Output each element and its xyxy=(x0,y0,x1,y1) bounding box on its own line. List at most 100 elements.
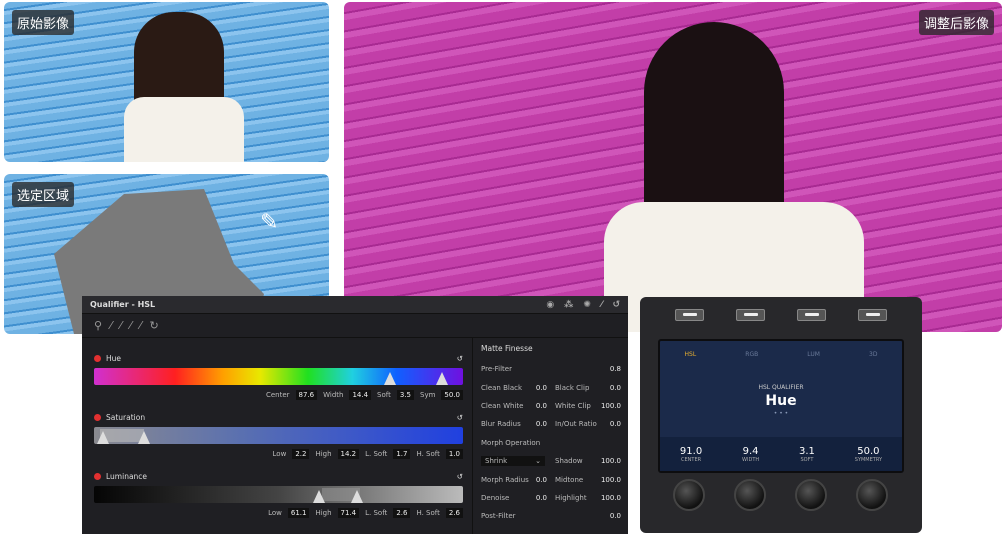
device-subtitle: HSL QUALIFIER xyxy=(758,384,804,391)
sat-high-label: High xyxy=(315,450,332,458)
saturation-section: Saturation ↺ Low 2.2 High 14.2 L. Soft 1.7 H… xyxy=(94,411,463,460)
hue-title: Hue xyxy=(106,353,122,363)
sat-low-field[interactable]: 2.2 xyxy=(292,449,310,459)
hue-center-field[interactable]: 87.6 xyxy=(295,390,318,400)
device-page-dots: • • • xyxy=(773,410,789,417)
readout-center-value: 91.0 xyxy=(679,445,703,457)
picker-tool-icon[interactable]: ⚲ xyxy=(94,319,102,332)
blur-radius-label: Blur Radius xyxy=(481,420,521,429)
device-key-4[interactable] xyxy=(858,309,887,321)
postfilter-label: Post-Filter xyxy=(481,512,516,521)
device-tab-rgb[interactable]: RGB xyxy=(745,351,758,358)
qualifier-mode-icon[interactable]: ◉ xyxy=(546,300,554,310)
lum-hsoft-field[interactable]: 2.6 xyxy=(445,508,463,518)
saturation-handle-high[interactable] xyxy=(138,431,150,444)
device-tab-lum[interactable]: LUM xyxy=(807,351,820,358)
device-readouts: 91.0 CENTER 9.4 WIDTH 3.1 SOFT 50.0 SYMMETRY xyxy=(660,437,902,471)
device-knob-3[interactable] xyxy=(795,479,827,511)
readout-soft: 3.1 SOFT xyxy=(799,446,815,463)
luminance-handle-high[interactable] xyxy=(351,490,363,503)
morph-operation-label: Morph Operation xyxy=(481,438,541,447)
sat-hsoft-field[interactable]: 1.0 xyxy=(445,449,463,459)
saturation-title: Saturation xyxy=(106,412,146,422)
control-panel-device: HSL RGB LUM 3D HSL QUALIFIER Hue • • • 9… xyxy=(640,297,922,533)
luminance-reset-icon[interactable]: ↺ xyxy=(457,472,463,481)
blur-radius-field[interactable]: 0.0 xyxy=(536,420,547,428)
readout-symmetry-value: 50.0 xyxy=(857,445,880,457)
hue-sym-label: Sym xyxy=(420,391,436,399)
denoise-field[interactable]: 0.0 xyxy=(536,494,547,502)
prefilter-field[interactable]: 0.8 xyxy=(610,365,621,373)
sat-lsoft-label: L. Soft xyxy=(365,450,388,458)
hue-handle-left[interactable] xyxy=(384,372,396,385)
feather-minus-icon[interactable]: ⁄ xyxy=(130,319,132,332)
morph-radius-field[interactable]: 0.0 xyxy=(536,476,547,484)
saturation-slider[interactable] xyxy=(94,427,463,444)
black-clip-field[interactable]: 0.0 xyxy=(610,384,621,392)
device-knob-2[interactable] xyxy=(734,479,766,511)
lum-low-label: Low xyxy=(268,509,282,517)
target-icon[interactable]: ✺ xyxy=(583,300,591,310)
sat-high-field[interactable]: 14.2 xyxy=(337,449,360,459)
inout-ratio-field[interactable]: 0.0 xyxy=(610,420,621,428)
midtone-field[interactable]: 100.0 xyxy=(601,476,621,484)
hue-handle-right[interactable] xyxy=(436,372,448,385)
lum-lsoft-field[interactable]: 2.6 xyxy=(393,508,411,518)
saturation-handle-low[interactable] xyxy=(97,431,109,444)
hue-sym-field[interactable]: 50.0 xyxy=(441,390,463,400)
device-key-1[interactable] xyxy=(675,309,704,321)
postfilter-field[interactable]: 0.0 xyxy=(610,512,621,520)
original-image: 原始影像 xyxy=(4,2,329,162)
luminance-title: Luminance xyxy=(106,471,148,481)
luminance-enable-toggle[interactable] xyxy=(94,472,101,480)
matte-finesse: Matte Finesse Pre-Filter 0.8 Clean Black 0… xyxy=(481,344,621,526)
eyedropper-icon[interactable]: ✎ xyxy=(260,210,278,235)
saturation-reset-icon[interactable]: ↺ xyxy=(457,413,463,422)
shadow-field[interactable]: 100.0 xyxy=(601,457,621,465)
morph-radius-label: Morph Radius xyxy=(481,475,529,484)
hue-enable-toggle[interactable] xyxy=(94,354,101,362)
clean-black-field[interactable]: 0.0 xyxy=(536,384,547,392)
highlight-field[interactable]: 100.0 xyxy=(601,494,621,502)
sat-lsoft-field[interactable]: 1.7 xyxy=(393,449,411,459)
readout-width-value: 9.4 xyxy=(742,445,759,457)
hue-width-label: Width xyxy=(323,391,344,399)
panel-header: Qualifier - HSL ◉ ⁂ ✺ ⁄ ↺ xyxy=(82,296,628,314)
picker-icon[interactable]: ⁄ xyxy=(601,300,603,310)
readout-center-label: CENTER xyxy=(681,456,702,463)
readout-soft-label: SOFT xyxy=(800,456,814,463)
device-knob-1[interactable] xyxy=(673,479,705,511)
saturation-enable-toggle[interactable] xyxy=(94,413,101,421)
lum-high-field[interactable]: 71.4 xyxy=(337,508,360,518)
hue-reset-icon[interactable]: ↺ xyxy=(457,354,463,363)
white-clip-label: White Clip xyxy=(555,401,591,410)
device-tab-3d[interactable]: 3D xyxy=(869,351,877,358)
device-key-2[interactable] xyxy=(736,309,765,321)
lum-low-field[interactable]: 61.1 xyxy=(287,508,310,518)
feather-plus-icon[interactable]: ⁄ xyxy=(140,319,142,332)
picker-plus-icon[interactable]: ⁄ xyxy=(120,319,122,332)
morph-select[interactable]: Shrink ⌄ xyxy=(481,456,545,467)
device-key-3[interactable] xyxy=(797,309,826,321)
device-knob-4[interactable] xyxy=(856,479,888,511)
readout-soft-value: 3.1 xyxy=(799,445,815,457)
invert-icon[interactable]: ↻ xyxy=(149,319,158,332)
matte-title: Matte Finesse xyxy=(481,344,533,353)
clean-white-field[interactable]: 0.0 xyxy=(536,402,547,410)
channels-icon[interactable]: ⁂ xyxy=(564,300,573,310)
lum-high-label: High xyxy=(315,509,332,517)
hue-soft-field[interactable]: 3.5 xyxy=(396,390,414,400)
divider xyxy=(472,338,473,534)
luminance-handle-low[interactable] xyxy=(313,490,325,503)
lum-lsoft-label: L. Soft xyxy=(365,509,388,517)
hue-center-label: Center xyxy=(265,391,290,399)
device-tab-hsl[interactable]: HSL xyxy=(685,351,697,358)
readout-width: 9.4 WIDTH xyxy=(742,446,759,463)
hue-slider[interactable] xyxy=(94,368,463,385)
picker-minus-icon[interactable]: ⁄ xyxy=(110,319,112,332)
reset-icon[interactable]: ↺ xyxy=(612,300,620,310)
midtone-label: Midtone xyxy=(555,475,584,484)
hue-width-field[interactable]: 14.4 xyxy=(349,390,372,400)
luminance-slider[interactable] xyxy=(94,486,463,503)
white-clip-field[interactable]: 100.0 xyxy=(601,402,621,410)
